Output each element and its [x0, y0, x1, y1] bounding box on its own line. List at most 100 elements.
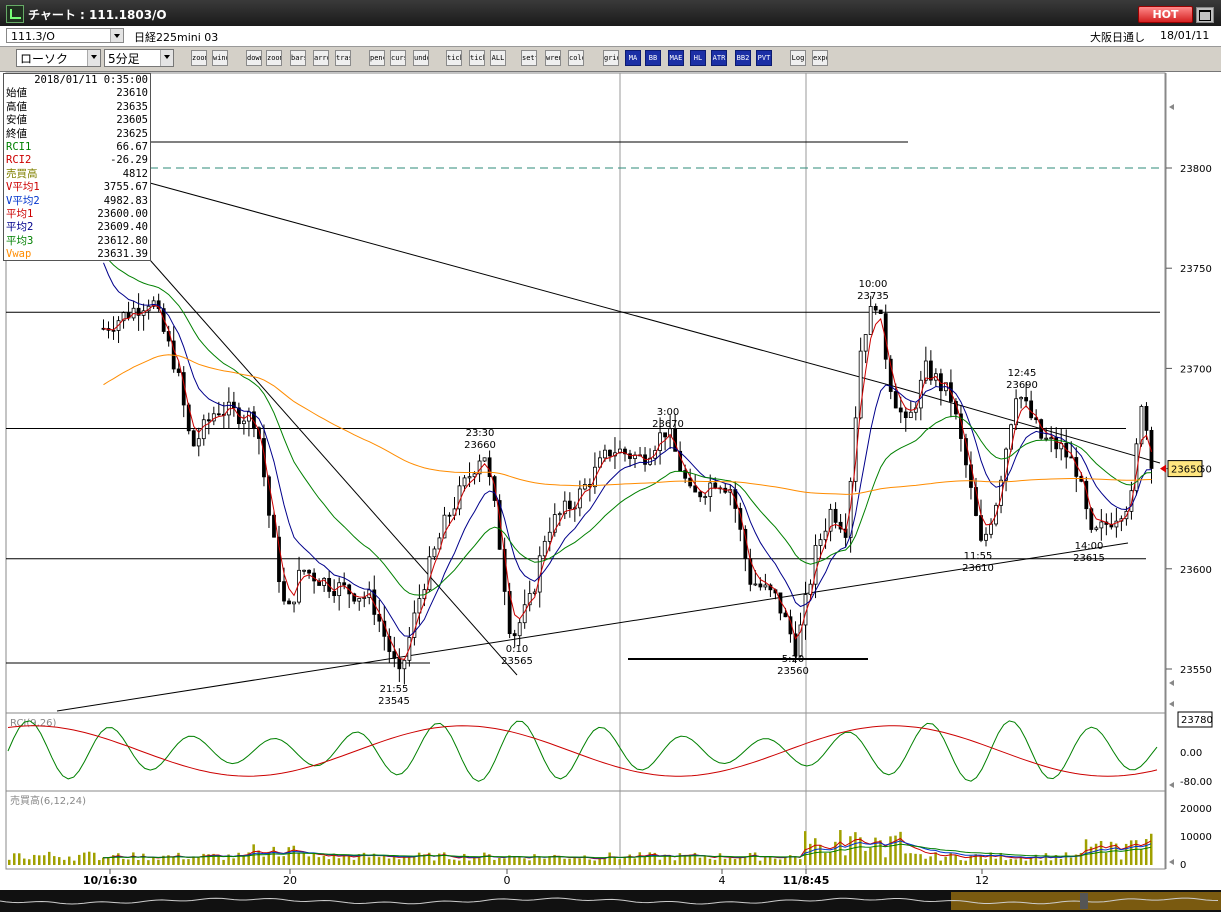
- legend-label: V平均1: [6, 181, 40, 194]
- volume-bar: [844, 855, 847, 865]
- candle-body: [868, 306, 873, 335]
- toolbar-trash-button[interactable]: trash: [335, 50, 351, 66]
- toolbar-arrows-button[interactable]: arrows: [313, 50, 329, 66]
- volume-bar: [819, 844, 822, 865]
- toolbar-zoom-button[interactable]: zoom: [191, 50, 207, 66]
- chevron-down-icon[interactable]: [160, 50, 173, 66]
- annotation-price: 23660: [464, 440, 496, 451]
- chevron-down-icon[interactable]: [110, 29, 123, 42]
- volume-bar: [673, 860, 677, 865]
- volume-bar: [237, 852, 240, 865]
- candle-body: [292, 601, 296, 605]
- toolbar-all-button[interactable]: ALL: [490, 50, 506, 66]
- legend-value: 23600.00: [97, 207, 148, 220]
- volume-bar: [728, 857, 732, 865]
- toolbar-undo-button[interactable]: undo: [413, 50, 429, 66]
- volume-bar: [618, 859, 621, 865]
- candle-body: [517, 622, 522, 637]
- volume-bar: [197, 857, 200, 865]
- toolbar-ticks-button[interactable]: ticks: [446, 50, 462, 66]
- toolbar-zoom-magnify-button[interactable]: zoom-magnify: [266, 50, 282, 66]
- volume-bar: [322, 855, 326, 865]
- toolbar-window-button[interactable]: window: [212, 50, 228, 66]
- volume-bar: [498, 858, 501, 865]
- volume-bar: [798, 859, 802, 865]
- volume-bar: [302, 853, 306, 865]
- volume-bar: [297, 853, 301, 865]
- volume-bar: [222, 859, 225, 865]
- toolbar-bb-button[interactable]: BB: [645, 50, 661, 66]
- legend-value: 4982.83: [103, 194, 148, 207]
- volume-bar: [23, 858, 26, 865]
- current-date: 18/01/11: [1160, 29, 1210, 42]
- time-tick-label: 20: [283, 874, 297, 887]
- volume-bar: [994, 858, 998, 865]
- volume-bar: [242, 855, 245, 865]
- annotation-time: 10:00: [859, 279, 888, 290]
- legend-label: RCI2: [6, 154, 32, 167]
- volume-bar: [814, 838, 817, 865]
- annotation-price: 23560: [777, 666, 809, 677]
- trend-line: [149, 259, 518, 676]
- toolbar-export-button[interactable]: export: [812, 50, 828, 66]
- candle-body: [332, 591, 337, 597]
- hot-button[interactable]: HOT: [1138, 6, 1193, 23]
- rci1-line: [7, 720, 1158, 782]
- volume-bar: [137, 860, 140, 865]
- candle-body: [512, 633, 517, 637]
- toolbar-color-button[interactable]: color: [568, 50, 584, 66]
- volume-bar: [1129, 840, 1133, 865]
- candle-body: [1054, 437, 1059, 450]
- toolbar-settings-button[interactable]: settings: [521, 50, 537, 66]
- legend-value: 23609.40: [97, 221, 148, 234]
- toolbar-mae-button[interactable]: MAE: [668, 50, 684, 66]
- volume-bar: [984, 859, 988, 865]
- chevron-down-icon[interactable]: [87, 50, 100, 66]
- volume-bar: [763, 857, 767, 865]
- candle-body: [462, 477, 467, 487]
- candle-body: [989, 523, 993, 535]
- candle-body: [1044, 437, 1049, 440]
- interval-select[interactable]: 5分足: [104, 49, 174, 67]
- chart-type-select[interactable]: ローソク: [16, 49, 101, 67]
- toolbar-pvt-button[interactable]: PVT: [756, 50, 772, 66]
- toolbar-log-button[interactable]: Log: [790, 50, 806, 66]
- toolbar-bb2-button[interactable]: BB2: [735, 50, 751, 66]
- volume-bar: [1059, 858, 1063, 865]
- legend-label: 終値: [6, 127, 27, 140]
- chart-canvas[interactable]: 21:5523545 0:1023565 23:3023660 3:0023670 5:…: [0, 72, 1221, 912]
- toolbar-pencil-button[interactable]: pencil: [369, 50, 385, 66]
- price-tick-label: 23750: [1180, 264, 1212, 275]
- toolbar-atr-button[interactable]: ATR: [711, 50, 727, 66]
- legend-row: 平均3 23612.80: [6, 235, 148, 248]
- volume-bar: [593, 860, 596, 865]
- legend-datetime: 2018/01/11 0:35:00: [34, 74, 148, 86]
- toolbar-ma-button[interactable]: MA: [625, 50, 641, 66]
- toolbar-down-button[interactable]: down: [246, 50, 262, 66]
- candle-body: [176, 368, 181, 373]
- volume-bar: [277, 856, 280, 865]
- candle-body: [447, 514, 452, 517]
- volume-bar: [533, 854, 536, 865]
- restore-window-icon[interactable]: [1196, 7, 1214, 23]
- time-tick-label: 10/16:30: [83, 874, 138, 887]
- symbol-select[interactable]: 111.3/O: [6, 28, 124, 43]
- annotation-time: 11:55: [964, 551, 993, 562]
- volume-bar: [603, 858, 606, 865]
- volume-bar: [999, 852, 1003, 865]
- volume-bar: [528, 860, 531, 865]
- volume-bar: [929, 856, 932, 865]
- volume-bar: [122, 858, 125, 865]
- toolbar-hl-button[interactable]: HL: [690, 50, 706, 66]
- chart-area[interactable]: 21:55 23545 0:10 23565 23:30 23660 3:00 23670 5:…: [0, 72, 1221, 912]
- legend-label: 安値: [6, 114, 27, 127]
- toolbar-bars-button[interactable]: bars: [290, 50, 306, 66]
- toolbar-cursor-button[interactable]: cursor: [390, 50, 406, 66]
- volume-bar: [43, 855, 46, 865]
- toolbar-grid-button[interactable]: grid: [603, 50, 619, 66]
- candle-body: [542, 540, 547, 557]
- toolbar-ticks2-button[interactable]: ticks2: [469, 50, 485, 66]
- toolbar-wrench-button[interactable]: wrench: [545, 50, 561, 66]
- candle-body: [818, 539, 823, 546]
- price-pane-frame: [5, 72, 1166, 714]
